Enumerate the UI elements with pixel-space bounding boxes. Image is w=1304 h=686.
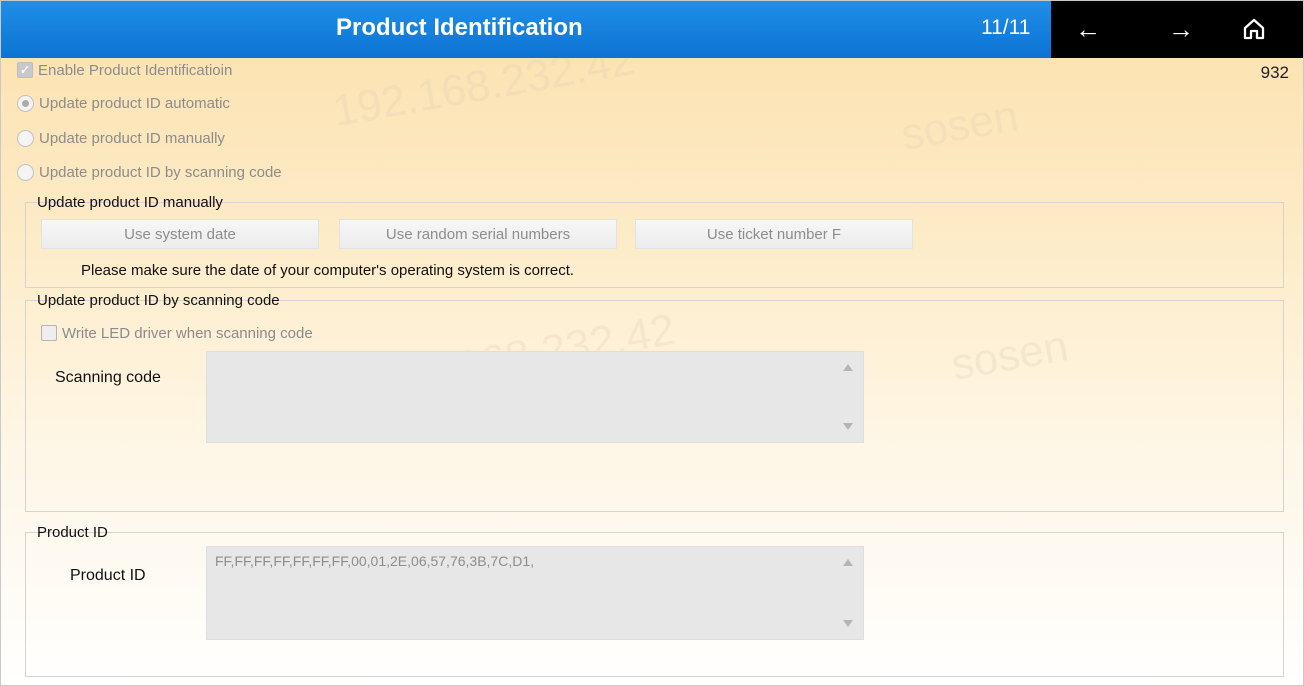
write-led-label: Write LED driver when scanning code xyxy=(62,324,313,342)
product-group-title: Product ID xyxy=(37,524,108,541)
use-random-serial-button[interactable]: Use random serial numbers xyxy=(339,219,617,249)
app-window: 192.168.232.42 sosen 192.168.232.42 sose… xyxy=(0,0,1304,686)
page-title: Product Identification xyxy=(336,14,583,41)
radio-update-manually[interactable]: Update product ID manually xyxy=(17,127,225,149)
manual-group-title: Update product ID manually xyxy=(37,194,223,211)
scanning-code-label: Scanning code xyxy=(55,369,161,386)
product-id-value: FF,FF,FF,FF,FF,FF,FF,00,01,2E,06,57,76,3… xyxy=(215,553,534,569)
title-bar: Product Identification 11/11 ← → xyxy=(1,1,1303,58)
use-system-date-button[interactable]: Use system date xyxy=(41,219,319,249)
date-note: Please make sure the date of your comput… xyxy=(81,262,575,279)
arrow-left-icon[interactable]: ← xyxy=(1068,11,1108,47)
radio-empty-icon xyxy=(17,129,34,147)
scroll-down-icon[interactable] xyxy=(843,423,853,430)
page-counter: 11/11 xyxy=(981,16,1031,39)
enable-label: Enable Product Identificatioin xyxy=(38,61,233,79)
radio-label: Update product ID by scanning code xyxy=(39,163,282,181)
product-id-textarea[interactable]: FF,FF,FF,FF,FF,FF,FF,00,01,2E,06,57,76,3… xyxy=(206,546,864,640)
value-counter: 932 xyxy=(1260,63,1289,82)
scroll-down-icon[interactable] xyxy=(843,620,853,627)
checkbox-empty-icon xyxy=(41,325,57,341)
scroll-up-icon[interactable] xyxy=(843,364,853,371)
scan-group-title: Update product ID by scanning code xyxy=(37,292,280,309)
scroll-up-icon[interactable] xyxy=(843,559,853,566)
arrow-right-icon[interactable]: → xyxy=(1161,11,1201,47)
scanning-code-textarea[interactable] xyxy=(206,351,864,443)
write-led-driver-checkbox[interactable]: Write LED driver when scanning code xyxy=(41,322,313,344)
radio-empty-icon xyxy=(17,163,34,181)
use-ticket-number-button[interactable]: Use ticket number F xyxy=(635,219,913,249)
checkbox-checked-icon: ✓ xyxy=(17,62,33,78)
enable-product-identification-checkbox[interactable]: ✓ Enable Product Identificatioin xyxy=(17,59,232,81)
home-icon[interactable] xyxy=(1237,11,1271,47)
radio-label: Update product ID automatic xyxy=(39,94,230,112)
product-id-label: Product ID xyxy=(70,567,146,584)
radio-update-scanning[interactable]: Update product ID by scanning code xyxy=(17,161,282,183)
radio-selected-icon xyxy=(17,94,34,112)
radio-update-automatic[interactable]: Update product ID automatic xyxy=(17,92,230,114)
radio-label: Update product ID manually xyxy=(39,129,225,147)
